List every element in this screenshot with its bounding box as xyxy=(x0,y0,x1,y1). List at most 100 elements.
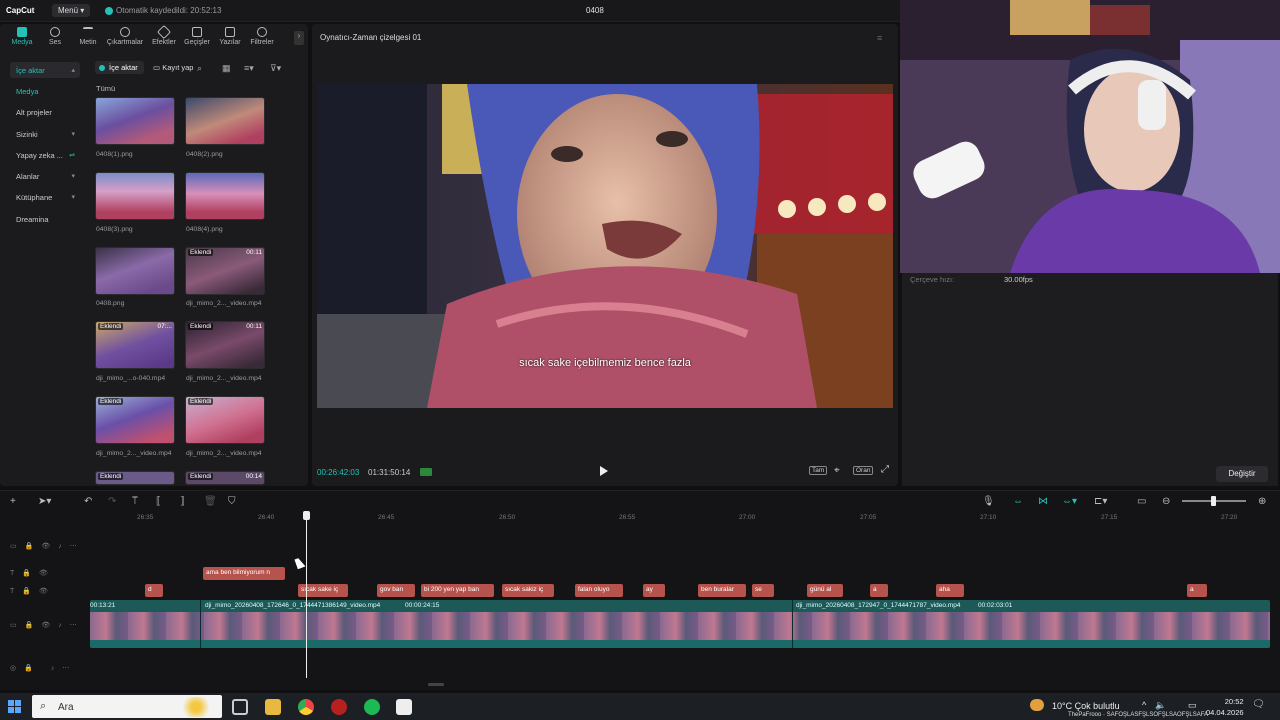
sidebar-item-media[interactable]: Medya xyxy=(10,83,80,99)
text-clip[interactable]: bi 200 yen yap ban xyxy=(421,584,494,597)
sort-icon[interactable]: ≡▾ xyxy=(244,63,254,74)
split-icon[interactable]: ⟙ xyxy=(132,496,138,507)
added-badge: Eklendi xyxy=(188,323,214,330)
grid-view-icon[interactable]: ▦ xyxy=(222,63,231,74)
media-thumb[interactable]: Eklendi 00:11 xyxy=(185,321,265,369)
tool-effects[interactable]: Efektler xyxy=(147,24,181,46)
text-clip[interactable]: ben buralar xyxy=(698,584,746,597)
link-main-track-icon[interactable]: ⇔ xyxy=(1013,496,1023,507)
tool-media[interactable]: Medya xyxy=(5,27,39,46)
sidebar-item-import[interactable]: İçe aktar ▴ xyxy=(10,62,80,78)
media-thumb[interactable]: Eklendi xyxy=(185,396,265,444)
zoom-out-icon[interactable]: ⊖ xyxy=(1162,496,1170,507)
media-thumb-label: dji_mimo_2..._video.mp4 xyxy=(186,375,262,382)
delete-icon[interactable]: 🗑 xyxy=(204,496,217,507)
spotify-icon[interactable] xyxy=(364,699,380,715)
media-thumb[interactable] xyxy=(185,97,265,145)
microphone-icon[interactable]: 🎙 xyxy=(982,496,995,507)
tool-filters[interactable]: Filtreler xyxy=(245,27,279,46)
text-clip[interactable]: a xyxy=(870,584,888,597)
display-icon[interactable]: ▭ xyxy=(1188,700,1197,711)
text-clip[interactable]: aha xyxy=(936,584,964,597)
chevron-right-icon[interactable]: › xyxy=(294,31,304,45)
sidebar-item-library[interactable]: Kütüphane ▾ xyxy=(10,189,80,205)
play-button[interactable] xyxy=(600,466,608,476)
obs-icon[interactable] xyxy=(331,699,347,715)
caption-icon[interactable]: ▭ xyxy=(1137,496,1146,507)
tool-captions[interactable]: Yazılar xyxy=(213,27,247,46)
magnet-icon[interactable]: ⋈ xyxy=(1038,496,1048,507)
text-clip[interactable]: se xyxy=(752,584,774,597)
zoom-in-icon[interactable]: ⊕ xyxy=(1258,496,1266,507)
link-icon[interactable]: ⇔▾ xyxy=(1062,496,1077,507)
shield-icon[interactable]: ⛉ xyxy=(228,496,236,507)
sidebar-item-dreamina[interactable]: Dreamina xyxy=(10,211,80,227)
tool-stickers[interactable]: Çıkartmalar xyxy=(106,27,144,46)
select-tool-icon[interactable]: ➤▾ xyxy=(38,496,51,507)
capcut-taskbar-icon[interactable] xyxy=(396,699,412,715)
menu-label: Menü xyxy=(58,6,79,15)
tool-transitions[interactable]: Geçişler xyxy=(180,27,214,46)
media-thumb[interactable] xyxy=(95,172,175,220)
ratio-button[interactable]: Oran xyxy=(853,466,874,475)
hamburger-icon[interactable]: ≡ xyxy=(877,33,882,43)
media-thumb[interactable] xyxy=(185,172,265,220)
track-controls-audio[interactable]: ◎🔒 ♪⋯ xyxy=(10,664,77,672)
record-button[interactable]: ▭ Kayıt yap xyxy=(149,61,197,74)
volume-icon[interactable]: 🔈 xyxy=(1155,700,1166,711)
timeline-scrollbar[interactable] xyxy=(428,683,444,686)
split-left-icon[interactable]: ⟦ xyxy=(156,496,161,507)
sidebar-item-ai[interactable]: Yapay zeka ... ⇌ xyxy=(10,147,80,163)
preview-axis-icon[interactable]: ⊏▾ xyxy=(1094,496,1107,507)
tray-chevron-icon[interactable]: ^ xyxy=(1142,700,1146,710)
split-right-icon[interactable]: ⟧ xyxy=(180,496,185,507)
text-clip[interactable]: sıcak sakiz iç xyxy=(502,584,554,597)
menu-button[interactable]: Menü ▾ xyxy=(52,4,91,17)
text-clip[interactable]: falan oluyo xyxy=(575,584,623,597)
track-controls-empty[interactable]: ▭🔒👁♪⋯ xyxy=(10,542,85,550)
track-controls-text[interactable]: T🔒👁 xyxy=(10,569,56,577)
sidebar-item-spaces[interactable]: Alanlar ▾ xyxy=(10,168,80,184)
chrome-icon[interactable] xyxy=(298,699,314,715)
add-track-icon[interactable]: + xyxy=(10,496,16,507)
fullscreen-quality-button[interactable]: Tam xyxy=(809,466,828,475)
text-clip[interactable]: ay xyxy=(643,584,665,597)
sidebar-item-subprojects[interactable]: Alt projeler xyxy=(10,104,80,120)
text-clip[interactable]: günü al xyxy=(807,584,843,597)
media-thumb[interactable] xyxy=(95,247,175,295)
text-clip[interactable]: gov ban xyxy=(377,584,415,597)
media-thumb[interactable]: Eklendi 00:11 xyxy=(185,247,265,295)
media-thumb[interactable]: Eklendi xyxy=(95,396,175,444)
redo-icon[interactable]: ↷ xyxy=(108,496,116,507)
expand-icon[interactable]: ⤢ xyxy=(881,464,889,475)
text-clip[interactable]: ama ben bilmiyorum n xyxy=(203,567,285,580)
search-icon[interactable]: ⌕ xyxy=(197,63,202,74)
change-button[interactable]: Değiştir xyxy=(1216,466,1268,482)
media-thumb[interactable] xyxy=(95,97,175,145)
sidebar-item-yours[interactable]: Sizinki ▾ xyxy=(10,126,80,142)
text-clip[interactable]: a xyxy=(1187,584,1207,597)
audio-waveform xyxy=(90,640,1270,648)
undo-icon[interactable]: ↶ xyxy=(84,496,92,507)
sidebar-item-label: Alanlar xyxy=(16,172,40,181)
file-explorer-icon[interactable] xyxy=(265,699,281,715)
import-button[interactable]: İçe aktar xyxy=(95,61,144,74)
media-thumb[interactable]: Eklendi 07:... xyxy=(95,321,175,369)
text-clip[interactable]: d xyxy=(145,584,163,597)
track-controls-captions[interactable]: T🔒👁 xyxy=(10,587,56,595)
playhead-line[interactable] xyxy=(306,512,307,678)
crop-icon[interactable]: ⌖ xyxy=(834,465,840,476)
track-controls-main-video[interactable]: ▭🔒👁♪⋯ xyxy=(10,621,85,629)
notifications-icon[interactable]: 🗨 xyxy=(1252,699,1265,710)
filter-icon[interactable]: ⊽▾ xyxy=(270,63,281,74)
zoom-slider-handle[interactable] xyxy=(1211,496,1216,506)
task-view-icon[interactable] xyxy=(232,699,248,715)
windows-start-icon[interactable] xyxy=(8,700,21,713)
sidebar-item-label: Sizinki xyxy=(16,130,38,139)
ruler-tick: 26:35 xyxy=(137,514,154,521)
tool-audio[interactable]: Ses xyxy=(38,27,72,46)
media-thumb[interactable]: Eklendi xyxy=(95,471,175,485)
media-thumb[interactable]: Eklendi 00:14 xyxy=(185,471,265,485)
tool-text[interactable]: Metin xyxy=(71,27,105,46)
playhead-handle[interactable] xyxy=(303,511,310,520)
